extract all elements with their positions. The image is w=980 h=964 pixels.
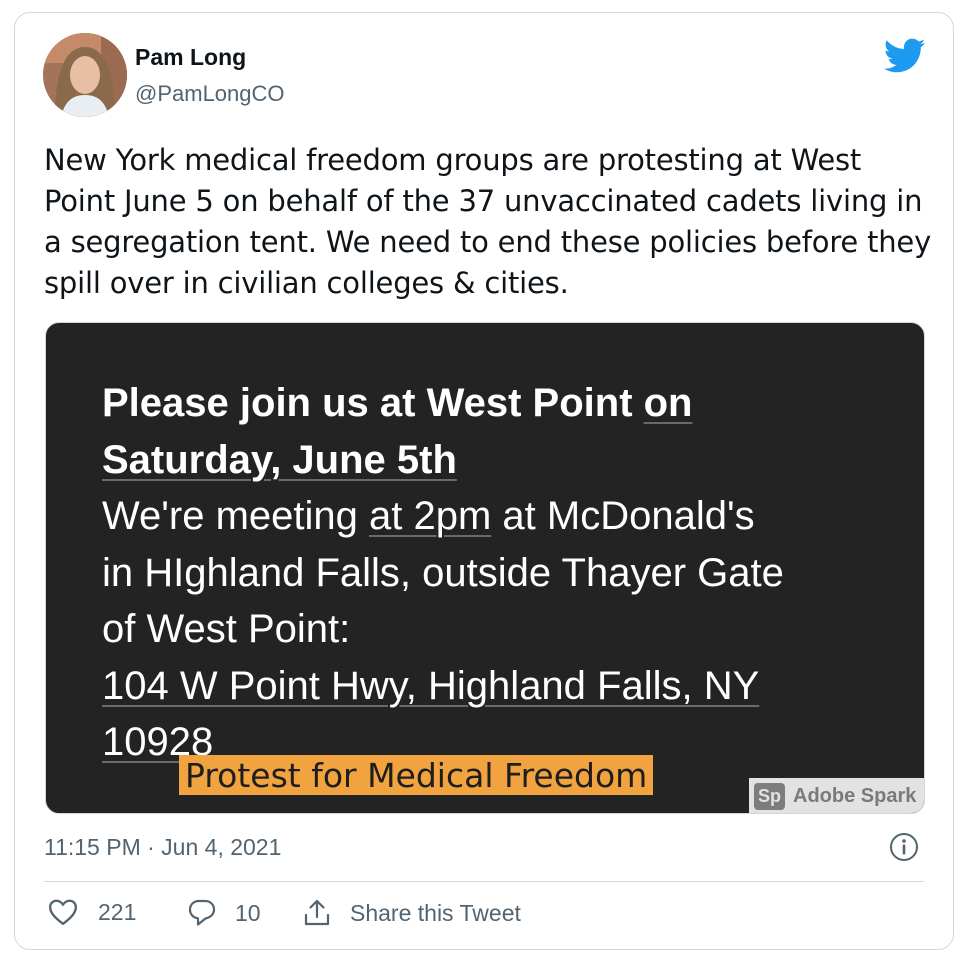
media-line-3: We're meeting at 2pm at McDonald's [102,494,755,538]
share-icon [304,899,330,926]
media-line-6: 104 W Point Hwy, Highland Falls, NY [102,663,760,708]
adobe-spark-watermark: Sp Adobe Spark [749,778,924,813]
heart-icon [48,899,78,925]
reply-button[interactable]: 10 [187,898,261,928]
adobe-spark-label: Adobe Spark [793,784,917,807]
media-line-5: of West Point: [102,607,351,651]
media-line-1: Please join us at West Point on [102,381,693,425]
twitter-bird-icon[interactable] [883,38,926,74]
reply-icon [188,899,216,926]
like-button[interactable]: 221 [48,898,136,926]
divider [44,881,924,882]
share-button[interactable]: Share this Tweet [302,898,521,928]
author-name[interactable]: Pam Long [135,44,246,71]
protest-banner: Protest for Medical Freedom [179,755,654,795]
like-count: 221 [98,898,137,925]
reply-count: 10 [235,899,261,926]
media-announcement: Please join us at West Point on Saturday… [102,375,902,771]
tweet-text: New York medical freedom groups are prot… [44,143,932,300]
tweet-media-image[interactable]: Please join us at West Point on Saturday… [45,322,925,814]
media-line-2: Saturday, June 5th [102,437,457,482]
tweet-timestamp[interactable]: 11:15 PM · Jun 4, 2021 [44,834,281,861]
share-label: Share this Tweet [350,899,521,926]
media-line-4: in HIghland Falls, outside Thayer Gate [102,550,784,595]
adobe-spark-logo: Sp [754,782,785,810]
info-icon[interactable] [889,832,919,862]
avatar[interactable] [43,33,127,117]
author-handle[interactable]: @PamLongCO [135,81,285,107]
